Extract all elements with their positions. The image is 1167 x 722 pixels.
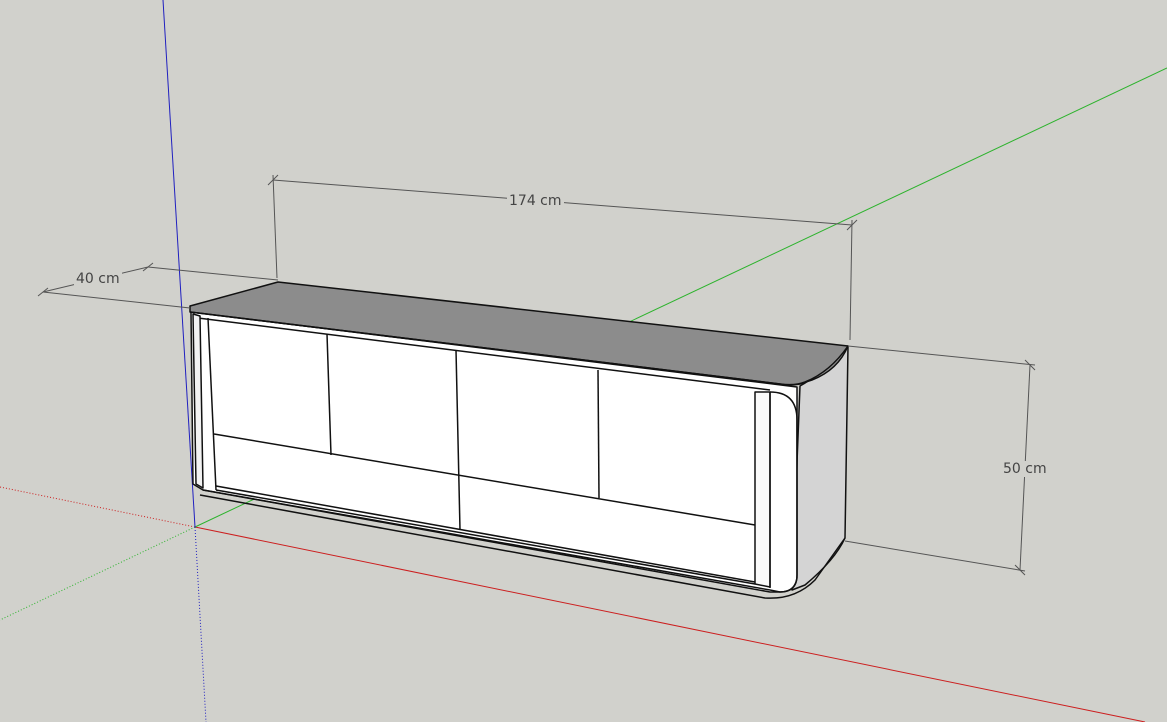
depth-dimension-label: 40 cm <box>74 271 122 287</box>
green-axis-negative <box>0 526 196 621</box>
height-dimension-label: 50 cm <box>1001 461 1049 477</box>
modeling-viewport[interactable]: 174 cm 40 cm 50 cm <box>0 0 1167 722</box>
right-side-column <box>754 391 771 588</box>
blue-axis-positive <box>162 0 196 528</box>
depth-extension-front <box>42 291 191 309</box>
height-extension-top <box>847 345 1036 366</box>
width-extension-left <box>272 174 278 279</box>
cabinet-3d-scene[interactable] <box>0 0 1167 722</box>
width-extension-right <box>849 219 853 341</box>
door-divider-3 <box>597 369 600 499</box>
blue-axis-negative <box>194 526 207 722</box>
depth-extension-back <box>147 266 279 281</box>
cabinet[interactable] <box>189 281 849 599</box>
width-dimension-label: 174 cm <box>507 193 564 209</box>
height-extension-bottom <box>844 540 1026 572</box>
red-axis-negative <box>0 486 196 528</box>
